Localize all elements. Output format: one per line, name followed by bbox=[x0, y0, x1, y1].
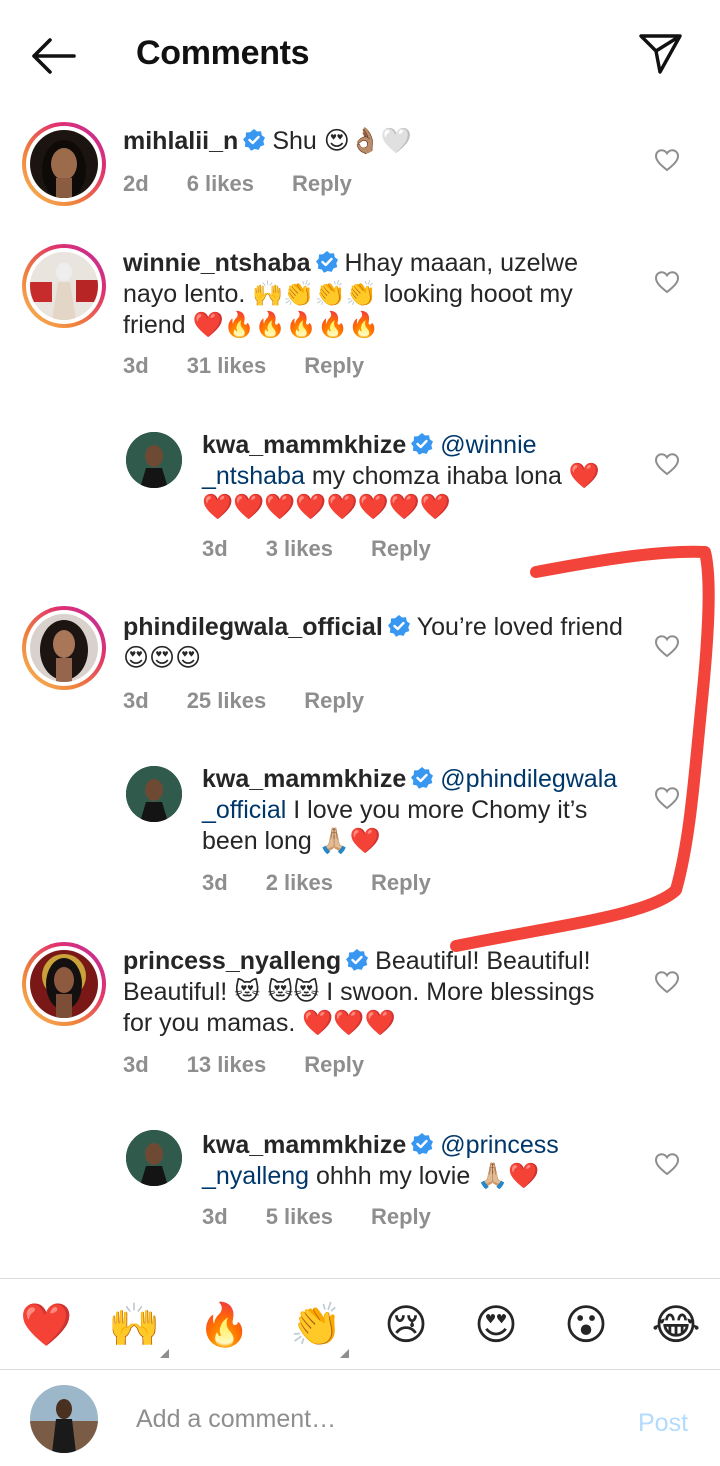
reply-item: kwa_mammkhize @phindilegwala _official I … bbox=[0, 758, 720, 908]
emoji-heart-button[interactable]: ❤️ bbox=[20, 1299, 72, 1351]
story-avatar[interactable] bbox=[22, 122, 106, 206]
reply-button[interactable]: Reply bbox=[304, 688, 364, 713]
avatar[interactable] bbox=[126, 1130, 182, 1186]
emoji-surprised-button[interactable]: 😮 bbox=[560, 1299, 612, 1351]
heart-outline-icon[interactable] bbox=[654, 452, 680, 476]
reply-button[interactable]: Reply bbox=[371, 536, 431, 561]
arrow-left-icon bbox=[32, 38, 76, 74]
comment-likes[interactable]: 6 likes bbox=[187, 171, 254, 196]
comment-item: phindilegwala_official You’re loved frien… bbox=[0, 606, 720, 726]
verified-badge-icon bbox=[411, 433, 434, 455]
emoji-crying-button[interactable]: 😢 bbox=[380, 1299, 432, 1351]
quick-emoji-bar: ❤️ 🙌 🔥 👏 😢 😍 😮 😂 bbox=[0, 1278, 720, 1370]
back-button[interactable] bbox=[28, 36, 78, 76]
post-button[interactable]: Post bbox=[638, 1409, 688, 1438]
verified-badge-icon bbox=[243, 129, 266, 151]
verified-badge-icon bbox=[315, 251, 338, 273]
emoji-raised-hands-button[interactable]: 🙌 bbox=[108, 1299, 160, 1351]
header-bar: Comments bbox=[0, 0, 720, 110]
heart-outline-icon[interactable] bbox=[654, 1152, 680, 1176]
reply-button[interactable]: Reply bbox=[371, 870, 431, 895]
comment-item: mihlalii_n Shu 😍👌🏽🤍 2d 6 likes Reply bbox=[0, 118, 720, 218]
comment-text: You’re loved friend bbox=[416, 613, 623, 641]
comment-text: ❤️❤️❤️❤️❤️❤️❤️❤️ bbox=[202, 493, 452, 521]
comment-time: 3d bbox=[123, 353, 149, 378]
comment-likes[interactable]: 5 likes bbox=[266, 1204, 333, 1229]
comment-text: 😍😍😍 bbox=[123, 644, 202, 672]
reply-button[interactable]: Reply bbox=[292, 171, 352, 196]
verified-badge-icon bbox=[387, 615, 410, 637]
comment-username[interactable]: phindilegwala_official bbox=[123, 613, 383, 641]
comment-time: 3d bbox=[123, 688, 149, 713]
reply-button[interactable]: Reply bbox=[371, 1204, 431, 1229]
mention-link[interactable]: _ntshaba bbox=[202, 462, 305, 490]
paper-plane-icon bbox=[639, 34, 682, 74]
verified-badge-icon bbox=[346, 949, 369, 971]
comment-text: I love you more Chomy it’s bbox=[286, 796, 588, 824]
reply-button[interactable]: Reply bbox=[304, 1052, 364, 1077]
comment-username[interactable]: kwa_mammkhize bbox=[202, 1131, 406, 1159]
comment-likes[interactable]: 25 likes bbox=[187, 688, 267, 713]
mention-link[interactable]: @princess bbox=[440, 1131, 558, 1159]
reply-item: kwa_mammkhize @winnie _ntshaba my chomza … bbox=[0, 424, 720, 574]
comment-time: 2d bbox=[123, 171, 149, 196]
comment-time: 3d bbox=[202, 870, 228, 895]
skin-tone-indicator-icon bbox=[340, 1349, 349, 1358]
heart-outline-icon[interactable] bbox=[654, 634, 680, 658]
verified-badge-icon bbox=[411, 767, 434, 789]
comment-text: Shu 😍👌🏽🤍 bbox=[272, 127, 413, 155]
comment-text: nayo lento. 🙌👏👏👏 looking hooot my bbox=[123, 280, 573, 308]
emoji-laughing-button[interactable]: 😂 bbox=[650, 1299, 702, 1351]
comment-username[interactable]: mihlalii_n bbox=[123, 127, 238, 155]
heart-outline-icon[interactable] bbox=[654, 970, 680, 994]
story-avatar[interactable] bbox=[22, 942, 106, 1026]
story-avatar[interactable] bbox=[22, 244, 106, 328]
comment-text: my chomza ihaba lona ❤️ bbox=[304, 462, 601, 490]
comment-text: been long 🙏🏼❤️ bbox=[202, 827, 382, 855]
comment-time: 3d bbox=[202, 1204, 228, 1229]
heart-outline-icon[interactable] bbox=[654, 148, 680, 172]
mention-link[interactable]: _official bbox=[202, 796, 286, 824]
comment-text: for you mamas. ❤️❤️❤️ bbox=[123, 1009, 396, 1037]
heart-outline-icon[interactable] bbox=[654, 270, 680, 294]
comment-text: Beautiful! 😻 😻😻 I swoon. More blessings bbox=[123, 978, 595, 1006]
comment-item: winnie_ntshaba Hhay maaan, uzelwe nayo le… bbox=[0, 240, 720, 390]
avatar[interactable] bbox=[126, 766, 182, 822]
emoji-heart-eyes-button[interactable]: 😍 bbox=[470, 1299, 522, 1351]
comment-username[interactable]: kwa_mammkhize bbox=[202, 431, 406, 459]
comment-username[interactable]: kwa_mammkhize bbox=[202, 765, 406, 793]
comment-text: Beautiful! Beautiful! bbox=[375, 947, 591, 975]
mention-link[interactable]: @winnie bbox=[440, 431, 536, 459]
comment-composer: Post bbox=[0, 1371, 720, 1466]
red-annotation-stroke bbox=[450, 545, 715, 952]
emoji-clap-button[interactable]: 👏 bbox=[290, 1299, 342, 1351]
comment-text: friend ❤️🔥🔥🔥🔥🔥 bbox=[123, 311, 380, 339]
comment-username[interactable]: winnie_ntshaba bbox=[123, 249, 311, 277]
reply-button[interactable]: Reply bbox=[304, 353, 364, 378]
comment-time: 3d bbox=[202, 536, 228, 561]
avatar[interactable] bbox=[126, 432, 182, 488]
mention-link[interactable]: _nyalleng bbox=[202, 1162, 309, 1190]
comment-likes[interactable]: 31 likes bbox=[187, 353, 267, 378]
story-avatar[interactable] bbox=[22, 606, 106, 690]
comment-item: princess_nyalleng Beautiful! Beautiful! B… bbox=[0, 940, 720, 1090]
user-avatar bbox=[30, 1385, 98, 1453]
page-title: Comments bbox=[136, 34, 310, 72]
mention-link[interactable]: @phindilegwala bbox=[440, 765, 617, 793]
comment-text: Hhay maaan, uzelwe bbox=[344, 249, 579, 277]
verified-badge-icon bbox=[411, 1133, 434, 1155]
reply-item: kwa_mammkhize @princess _nyalleng ohhh my… bbox=[0, 1124, 720, 1244]
comment-time: 3d bbox=[123, 1052, 149, 1077]
comment-text: ohhh my lovie 🙏🏼❤️ bbox=[309, 1162, 540, 1190]
comment-input[interactable] bbox=[136, 1399, 606, 1439]
comment-username[interactable]: princess_nyalleng bbox=[123, 947, 341, 975]
skin-tone-indicator-icon bbox=[160, 1349, 169, 1358]
heart-outline-icon[interactable] bbox=[654, 786, 680, 810]
comment-likes[interactable]: 2 likes bbox=[266, 870, 333, 895]
comment-likes[interactable]: 13 likes bbox=[187, 1052, 267, 1077]
share-button[interactable] bbox=[636, 30, 684, 78]
emoji-fire-button[interactable]: 🔥 bbox=[198, 1299, 250, 1351]
comment-likes[interactable]: 3 likes bbox=[266, 536, 333, 561]
